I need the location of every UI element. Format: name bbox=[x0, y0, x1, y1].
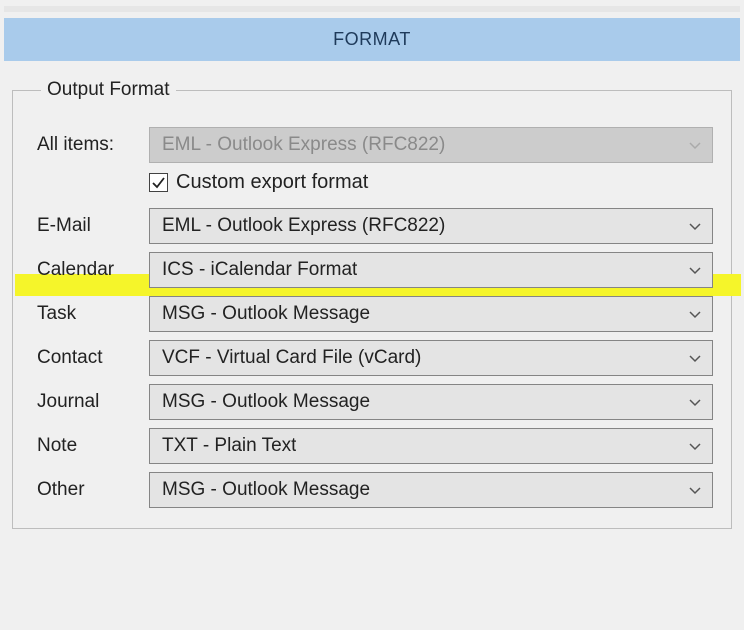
custom-export-row: Custom export format bbox=[37, 171, 713, 194]
calendar-row: Calendar ICS - iCalendar Format bbox=[37, 252, 713, 288]
chevron-down-icon bbox=[688, 215, 702, 237]
chevron-down-icon bbox=[688, 347, 702, 369]
chevron-down-icon bbox=[688, 134, 702, 156]
journal-combo[interactable]: MSG - Outlook Message bbox=[149, 384, 713, 420]
all-items-value: EML - Outlook Express (RFC822) bbox=[162, 134, 445, 156]
output-format-legend: Output Format bbox=[41, 79, 176, 101]
contact-label: Contact bbox=[37, 347, 149, 369]
note-row: Note TXT - Plain Text bbox=[37, 428, 713, 464]
email-combo[interactable]: EML - Outlook Express (RFC822) bbox=[149, 208, 713, 244]
chevron-down-icon bbox=[688, 391, 702, 413]
other-combo[interactable]: MSG - Outlook Message bbox=[149, 472, 713, 508]
other-label: Other bbox=[37, 479, 149, 501]
note-combo-value: TXT - Plain Text bbox=[162, 435, 296, 457]
chevron-down-icon bbox=[688, 259, 702, 281]
other-row: Other MSG - Outlook Message bbox=[37, 472, 713, 508]
output-format-fieldset: Output Format All items: EML - Outlook E… bbox=[12, 79, 732, 529]
all-items-row: All items: EML - Outlook Express (RFC822… bbox=[37, 127, 713, 163]
custom-export-label[interactable]: Custom export format bbox=[176, 171, 368, 194]
calendar-combo-value: ICS - iCalendar Format bbox=[162, 259, 357, 281]
task-combo-value: MSG - Outlook Message bbox=[162, 303, 370, 325]
panel-top-spacer bbox=[4, 6, 740, 12]
journal-combo-value: MSG - Outlook Message bbox=[162, 391, 370, 413]
email-label: E-Mail bbox=[37, 215, 149, 237]
chevron-down-icon bbox=[688, 479, 702, 501]
all-items-combo: EML - Outlook Express (RFC822) bbox=[149, 127, 713, 163]
chevron-down-icon bbox=[688, 303, 702, 325]
calendar-combo[interactable]: ICS - iCalendar Format bbox=[149, 252, 713, 288]
custom-export-checkbox[interactable] bbox=[149, 173, 168, 192]
email-combo-value: EML - Outlook Express (RFC822) bbox=[162, 215, 445, 237]
all-items-label: All items: bbox=[37, 134, 149, 156]
email-row: E-Mail EML - Outlook Express (RFC822) bbox=[37, 208, 713, 244]
chevron-down-icon bbox=[688, 435, 702, 457]
format-header: FORMAT bbox=[4, 18, 740, 61]
other-combo-value: MSG - Outlook Message bbox=[162, 479, 370, 501]
contact-combo-value: VCF - Virtual Card File (vCard) bbox=[162, 347, 421, 369]
format-panel: FORMAT Output Format All items: EML - Ou… bbox=[0, 0, 744, 539]
note-combo[interactable]: TXT - Plain Text bbox=[149, 428, 713, 464]
note-label: Note bbox=[37, 435, 149, 457]
task-label: Task bbox=[37, 303, 149, 325]
format-header-title: FORMAT bbox=[333, 29, 411, 49]
task-combo[interactable]: MSG - Outlook Message bbox=[149, 296, 713, 332]
journal-label: Journal bbox=[37, 391, 149, 413]
task-row: Task MSG - Outlook Message bbox=[37, 296, 713, 332]
checkmark-icon bbox=[151, 175, 166, 190]
journal-row: Journal MSG - Outlook Message bbox=[37, 384, 713, 420]
contact-row: Contact VCF - Virtual Card File (vCard) bbox=[37, 340, 713, 376]
contact-combo[interactable]: VCF - Virtual Card File (vCard) bbox=[149, 340, 713, 376]
calendar-label: Calendar bbox=[37, 259, 149, 281]
